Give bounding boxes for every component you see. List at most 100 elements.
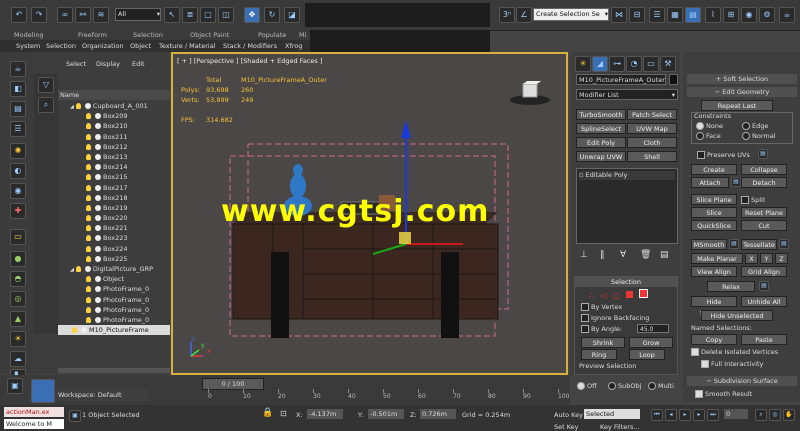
planar-z-button[interactable]: Z [775,253,788,264]
element-icon[interactable] [639,289,649,298]
script-listener-icon[interactable]: ▣ [7,378,23,394]
tab-display[interactable]: Display [96,60,120,68]
split-checkbox[interactable] [741,196,749,204]
goto-end-icon[interactable]: ⏭ [707,409,719,421]
full-interactivity-row[interactable]: Full Interactivity [701,360,763,368]
sun-icon[interactable]: ☀ [10,331,26,347]
cloth-button[interactable]: Cloth [627,137,677,148]
delete-isolated-row[interactable]: Delete Isolated Vertices [691,348,778,356]
ring-button[interactable]: Ring [581,349,617,360]
preview-subobj-row[interactable]: SubObj [608,382,641,390]
msmooth-settings-icon[interactable]: ▤ [729,239,739,249]
tab-edit[interactable]: Edit [132,60,145,68]
display-tab-icon[interactable]: ▭ [643,56,659,72]
hemisphere-icon[interactable]: ◓ [10,271,26,287]
visibility-icon[interactable] [86,133,91,140]
tree-object-row[interactable]: Box221 [58,223,170,233]
schematic-view-icon[interactable]: ⊞ [723,7,739,23]
modify-tab-icon[interactable]: ◢ [592,56,608,72]
menu-texture-material[interactable]: Texture / Material [159,42,216,50]
viewport-label[interactable]: [ + ] [Perspective ] [Shaded + Edged Fac… [177,57,322,65]
relax-button[interactable]: Relax [707,281,755,292]
link-icon[interactable]: ∞ [57,7,73,23]
auto-key-label[interactable]: Auto Key [554,411,583,419]
collapse-button[interactable]: Collapse [741,164,787,175]
layer-explorer-icon[interactable]: ☰ [649,7,665,23]
tessellate-settings-icon[interactable]: ▤ [779,239,789,249]
preview-multi-radio[interactable] [648,382,656,390]
bind-spacewarp-icon[interactable]: ≋ [93,7,109,23]
render-icon[interactable]: ☕ [779,7,795,23]
view-align-button[interactable]: View Align [691,266,737,277]
edit-poly-button[interactable]: Edit Poly [576,137,626,148]
key-filters-label[interactable]: Key Filters... [600,423,640,431]
cut-button[interactable]: Cut [741,220,787,231]
soft-selection-rollout[interactable]: + Soft Selection [687,74,797,84]
ignore-backfacing-row[interactable]: Ignore Backfacing [581,314,649,322]
angle-spinner[interactable]: 45.0 [637,324,669,333]
visibility-icon[interactable] [86,143,91,150]
snap-icon[interactable]: 3ⁿ [499,7,515,23]
tab-freeform[interactable]: Freeform [78,31,107,39]
visibility-icon[interactable] [86,194,91,201]
copy-button[interactable]: Copy [691,334,737,345]
render-setup-icon[interactable]: ⚙ [759,7,775,23]
rotate-icon[interactable]: ↻ [264,7,280,23]
viewport[interactable]: [ + ] [Perspective ] [Shaded + Edged Fac… [171,52,568,375]
modifier-list-dropdown[interactable]: Modifier List ▾ [576,89,678,100]
tree-object-row[interactable]: Box219 [58,203,170,213]
configure-sets-icon[interactable]: ▤ [660,250,669,260]
visibility-icon[interactable] [75,103,81,109]
angle-snap-icon[interactable]: ∠ [516,7,532,23]
sphere-icon[interactable]: ● [10,251,26,267]
maxscript-listener[interactable]: actionMan.ex [4,407,64,417]
tree-object-row[interactable]: Box209 [58,111,170,121]
smooth-result-row[interactable]: Smooth Result [695,390,752,398]
filter-icon[interactable]: ▽ [38,77,54,93]
tree-object-row[interactable]: Box214 [58,162,170,172]
hierarchy-tab-icon[interactable]: ⊶ [609,56,625,72]
list-icon[interactable]: ☰ [10,121,26,137]
preview-multi-row[interactable]: Multi [648,382,674,390]
tree-object-row[interactable]: PhotoFrame_0 [58,315,170,325]
tree-object-row[interactable]: Box218 [58,193,170,203]
scene-explorer-icon[interactable]: ▤ [685,7,701,23]
selection-rollout-title[interactable]: Selection [575,277,677,287]
motion-tab-icon[interactable]: ◔ [626,56,642,72]
by-angle-checkbox[interactable] [581,325,589,333]
workspace-icon[interactable] [31,379,55,403]
tab-selection[interactable]: Selection [133,31,163,39]
pan-icon[interactable]: ✋ [783,409,795,421]
grow-button[interactable]: Grow [629,337,673,348]
full-interactivity-checkbox[interactable] [701,360,709,368]
visibility-icon[interactable] [86,245,91,252]
constraint-normal-radio[interactable] [742,132,750,140]
lock-selection-icon[interactable]: 🔒 [262,408,273,418]
attach-button[interactable]: Attach [691,177,729,188]
by-vertex-row[interactable]: By Vertex [581,303,622,311]
preview-subobj-radio[interactable] [608,382,616,390]
show-end-result-icon[interactable]: ‖ [600,250,605,260]
preview-off-row[interactable]: Off [577,382,597,390]
tree-object-row[interactable]: Box225 [58,254,170,264]
patch-select-button[interactable]: Patch Select [627,109,677,120]
tree-object-row[interactable]: Box212 [58,142,170,152]
helpers-icon[interactable]: ✚ [10,203,26,219]
tab-populate[interactable]: Populate [258,31,286,39]
menu-object[interactable]: Object [130,42,151,50]
absolute-mode-icon[interactable]: ⊡ [280,409,287,418]
turbosmooth-button[interactable]: TurboSmooth [576,109,626,120]
cone-icon[interactable]: ▲ [10,311,26,327]
reset-plane-button[interactable]: Reset Plane [741,207,787,218]
status-icon[interactable]: ▣ [69,410,81,422]
x-coord-field[interactable]: -4.137m [307,409,343,419]
constraint-none-radio[interactable] [696,122,704,130]
named-selection-set-dropdown[interactable]: Create Selection Se ▾ [533,8,609,21]
play-icon[interactable]: ▸ [679,409,691,421]
tree-object-row[interactable]: Box213 [58,152,170,162]
menu-system[interactable]: System [16,42,40,50]
camera-icon[interactable]: ◉ [10,183,26,199]
tree-scrollbar[interactable] [58,368,170,373]
visibility-icon[interactable] [86,255,91,262]
tree-group-row[interactable]: ◢ DigitalPicture_GRP [58,264,170,274]
